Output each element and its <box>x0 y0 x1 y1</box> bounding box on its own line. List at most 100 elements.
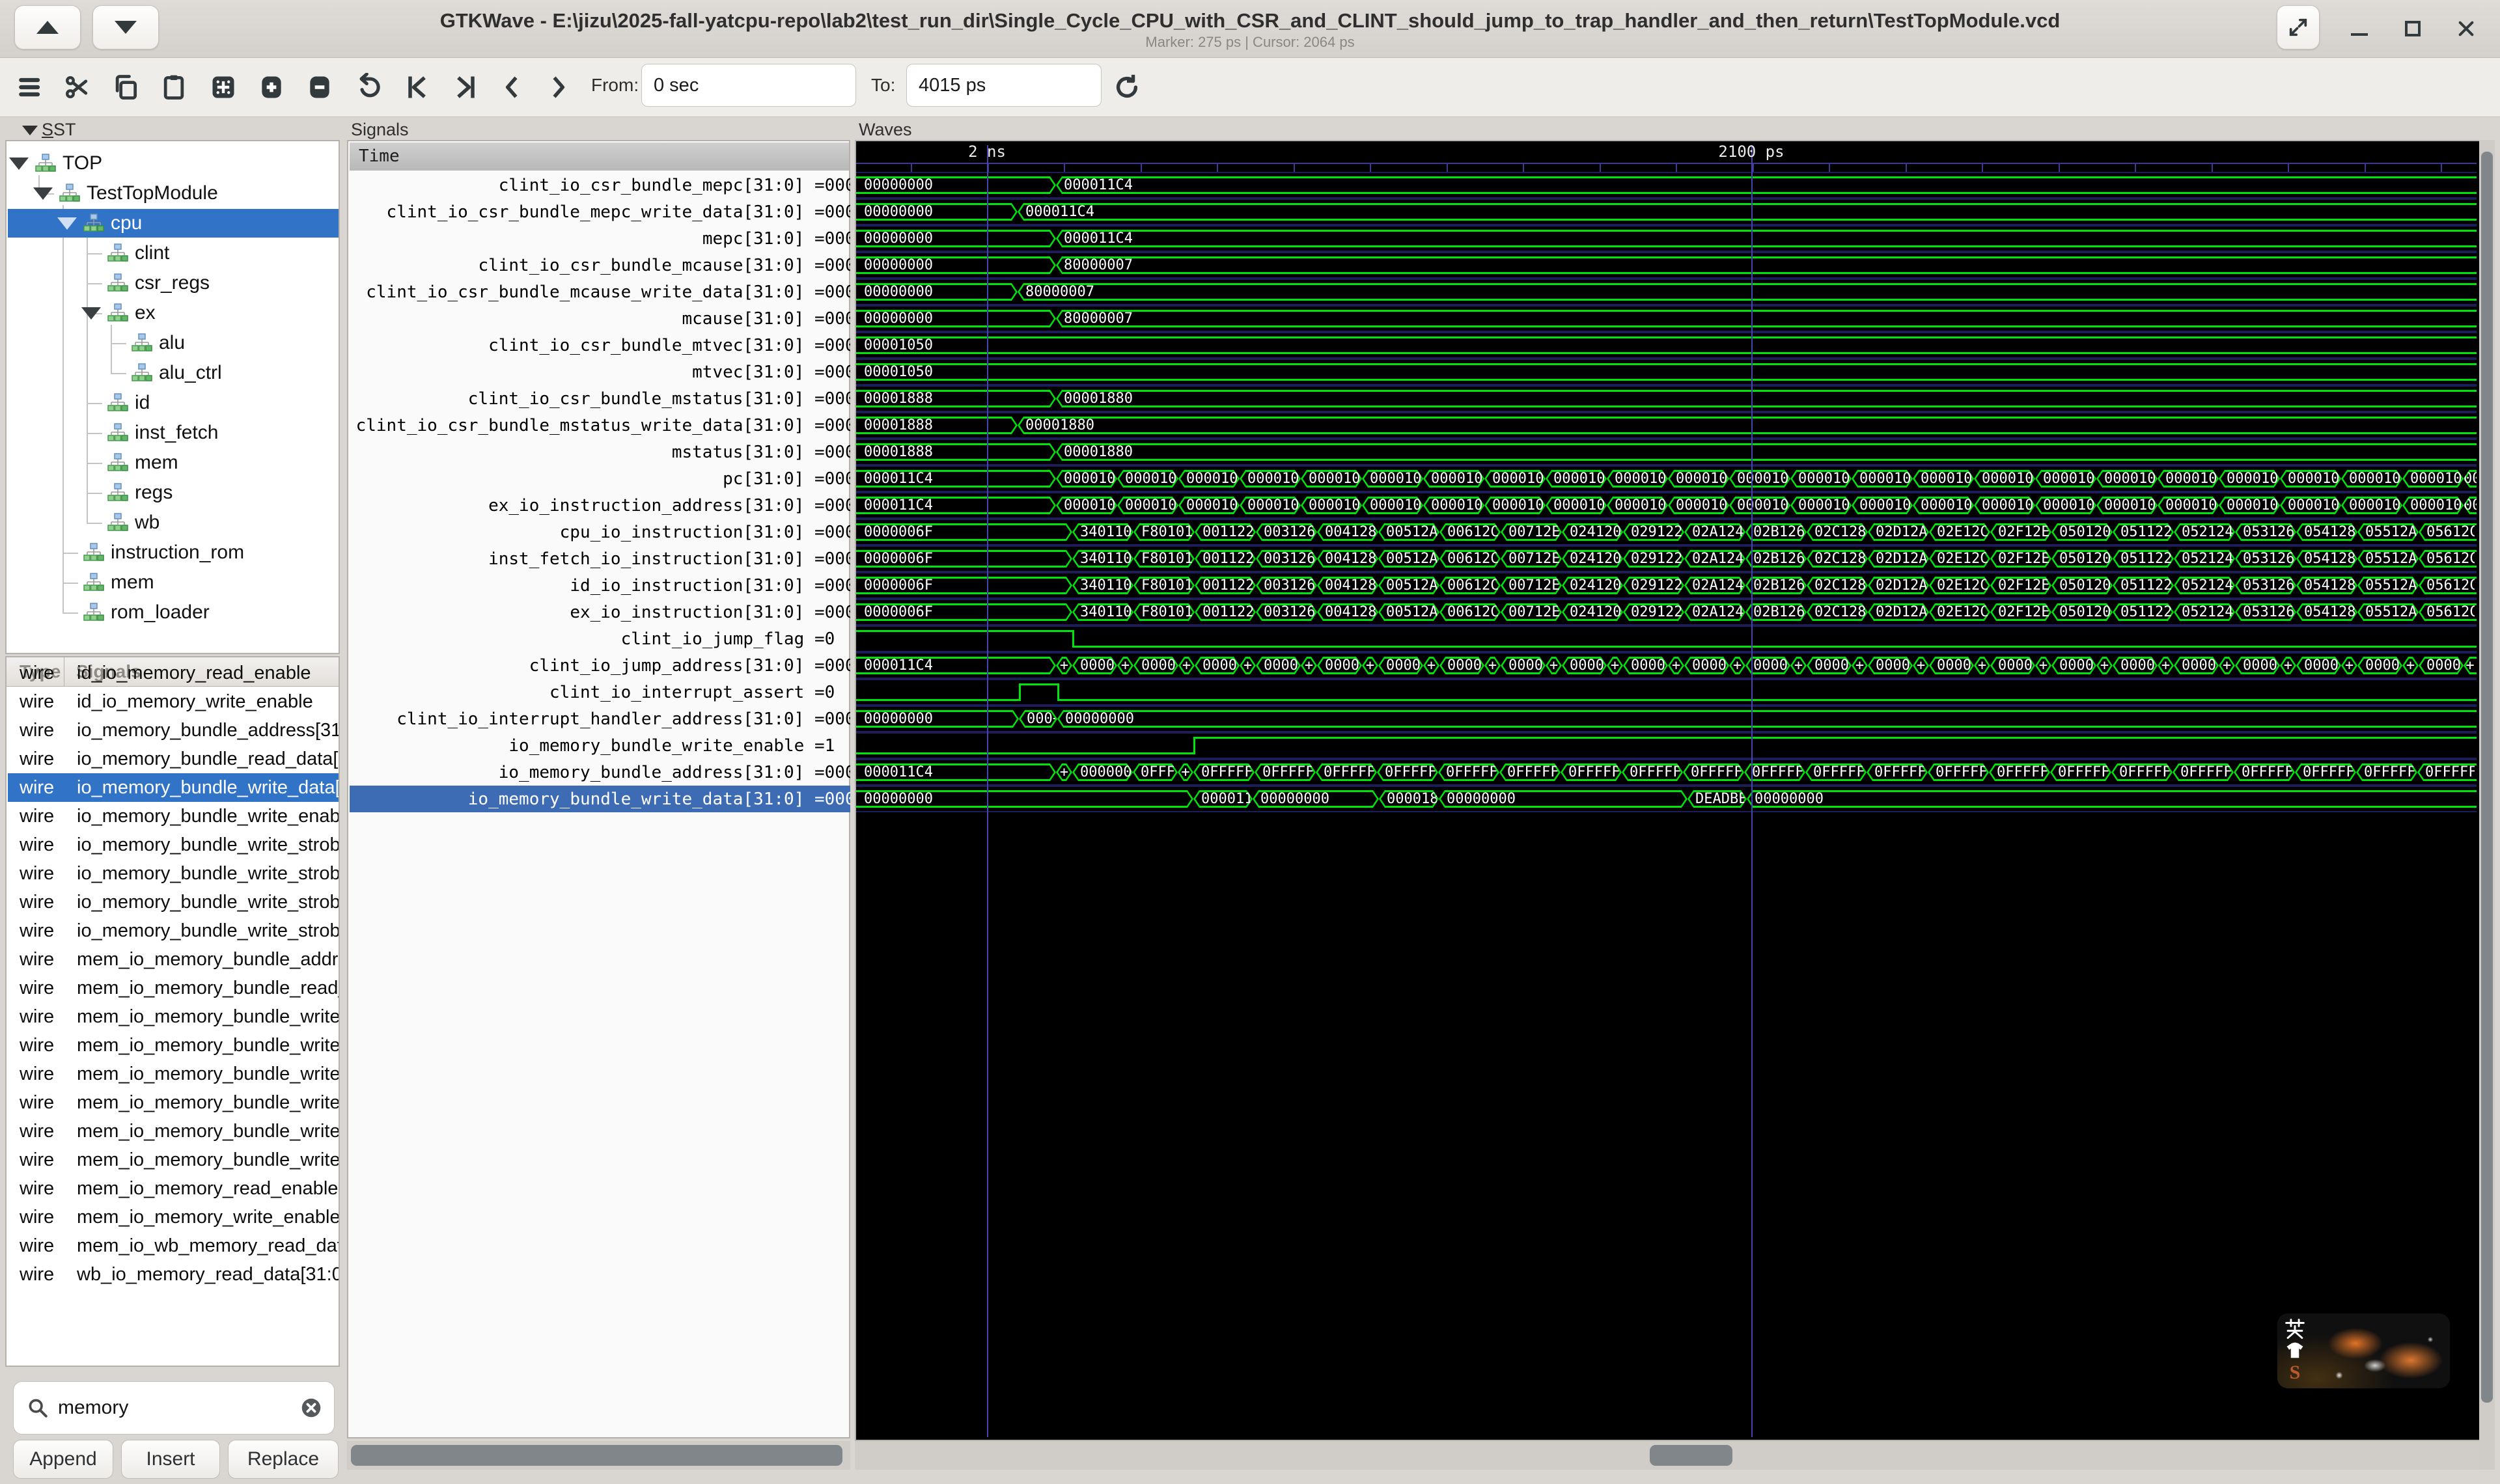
wave-trace-row[interactable]: 00000000000011+00000000000018+00000000DE… <box>856 786 2477 812</box>
expander-triangle-icon[interactable] <box>33 187 53 200</box>
wave-signal-name-row[interactable]: cpu_io_instruction[31:0] =0000006F <box>350 519 850 545</box>
wave-signal-name-row[interactable]: clint_io_interrupt_handler_address[31:0]… <box>350 706 850 732</box>
wave-trace-row[interactable]: 00000000 000011C4 <box>856 225 2477 252</box>
wave-trace-row[interactable] <box>856 679 2477 706</box>
zoom-undo-button[interactable] <box>352 70 387 105</box>
ime-skin-shirt-icon[interactable] <box>2285 1342 2305 1359</box>
insert-button[interactable]: Insert <box>121 1440 220 1479</box>
tree-node-id[interactable]: id <box>8 389 339 417</box>
wave-signal-name-row[interactable]: clint_io_jump_address[31:0] =000011C4 <box>350 652 850 679</box>
wave-trace-row[interactable]: 00001888 00001880 <box>856 385 2477 412</box>
expander-triangle-icon[interactable] <box>81 307 101 320</box>
signal-list-row[interactable]: wire mem_io_memory_bundle_write_enable <box>8 1031 339 1060</box>
signal-list-row[interactable]: wire io_memory_bundle_write_strobe_2 <box>8 888 339 916</box>
wave-trace-row[interactable]: 00001888 00001880 <box>856 412 2477 439</box>
wave-traces-area[interactable]: 00000000 000011C4 00000000 000011C4 00000000… <box>856 172 2477 1440</box>
wave-trace-row[interactable]: 00000000 80000007 <box>856 305 2477 332</box>
wave-trace-row[interactable]: 0000006F340110+F80101+001122+003126+0041… <box>856 519 2477 545</box>
ime-status-widget[interactable]: S <box>2277 1313 2450 1388</box>
paste-traces-button[interactable] <box>156 70 191 105</box>
tree-node-inst_fetch[interactable]: inst_fetch <box>8 419 339 447</box>
wave-signal-name-row[interactable]: io_memory_bundle_write_data[31:0] =00000… <box>350 786 850 812</box>
wave-timebar[interactable]: 2 ns 2100 ps <box>856 141 2477 172</box>
wave-signal-name-row[interactable]: clint_io_csr_bundle_mtvec[31:0] =0000105… <box>350 332 850 359</box>
wave-trace-row[interactable]: 000011C4000010+000010+000010+000010+0000… <box>856 465 2477 492</box>
tree-node-mem[interactable]: mem <box>8 568 339 597</box>
wave-signal-name-row[interactable]: mtvec[31:0] =00001050 <box>350 359 850 385</box>
tree-node-clint[interactable]: clint <box>8 239 339 268</box>
ime-sogou-logo[interactable]: S <box>2290 1362 2301 1384</box>
wave-trace-row[interactable]: 00000000000+00000000 <box>856 706 2477 732</box>
from-field[interactable]: 0 sec <box>641 64 856 107</box>
wave-trace-row[interactable]: 000011C4+0000++0000++0000++0000++0000++0… <box>856 652 2477 679</box>
wave-trace-row[interactable]: 000011C4000010+000010+000010+000010+0000… <box>856 492 2477 519</box>
marker-line[interactable] <box>1751 145 1753 1437</box>
wave-signal-name-row[interactable]: io_memory_bundle_address[31:0] =000011C4 <box>350 759 850 786</box>
signal-list-row[interactable]: wire io_memory_bundle_read_data[31:0] <box>8 745 339 773</box>
wave-signal-name-row[interactable]: mepc[31:0] =00000000 <box>350 225 850 252</box>
wave-trace-row[interactable]: 0000006F340110+F80101+001122+003126+0041… <box>856 545 2477 572</box>
wave-signal-name-row[interactable]: clint_io_csr_bundle_mstatus[31:0] =00001… <box>350 385 850 412</box>
tree-node-mem[interactable]: mem <box>8 448 339 477</box>
signals-hscrollbar-thumb[interactable] <box>351 1445 842 1466</box>
wave-signal-name-row[interactable]: ex_io_instruction_address[31:0] =000011C… <box>350 492 850 519</box>
signal-list-row[interactable]: wire mem_io_memory_bundle_write_strobe_0 <box>8 1060 339 1088</box>
waves-hscrollbar-thumb[interactable] <box>1650 1445 1732 1466</box>
to-field[interactable]: 4015 ps <box>906 64 1102 107</box>
wave-signal-name-row[interactable]: clint_io_csr_bundle_mcause_write_data[31… <box>350 279 850 305</box>
signal-list-row[interactable]: wire mem_io_memory_bundle_write_strobe_2 <box>8 1117 339 1146</box>
signal-list-row[interactable]: wire io_memory_bundle_address[31:0] <box>8 716 339 745</box>
search-input[interactable]: memory <box>58 1397 299 1419</box>
wave-trace-row[interactable]: 00001050 <box>856 359 2477 385</box>
signal-list-row[interactable]: wire wb_io_memory_read_data[31:0] <box>8 1260 339 1289</box>
wave-trace-row[interactable]: 00001888 00001880 <box>856 439 2477 465</box>
minimize-button[interactable] <box>2344 13 2375 44</box>
fullscreen-button[interactable] <box>2277 5 2320 49</box>
signal-list-row[interactable]: wire mem_io_memory_write_enable <box>8 1203 339 1231</box>
scroll-down-button[interactable] <box>92 5 159 49</box>
signal-search-box[interactable]: memory <box>13 1381 335 1435</box>
wave-signal-name-row[interactable]: clint_io_csr_bundle_mepc[31:0] =00000000 <box>350 172 850 199</box>
tree-node-regs[interactable]: regs <box>8 478 339 507</box>
wave-trace-row[interactable]: 00001050 <box>856 332 2477 359</box>
zoom-in-button[interactable] <box>254 70 289 105</box>
wave-trace-row[interactable]: 0000006F340110+F80101+001122+003126+0041… <box>856 572 2477 599</box>
wave-signal-name-row[interactable]: ex_io_instruction[31:0] =0000006F <box>350 599 850 625</box>
scroll-up-button[interactable] <box>14 5 81 49</box>
tree-node-TOP[interactable]: TOP <box>8 149 339 178</box>
wave-signal-name-row[interactable]: mstatus[31:0] =00001888 <box>350 439 850 465</box>
signal-list-row[interactable]: wire io_memory_bundle_write_enable <box>8 802 339 831</box>
signal-list-row[interactable]: wire io_memory_bundle_write_strobe_1 <box>8 859 339 888</box>
tree-node-cpu[interactable]: cpu <box>8 209 339 238</box>
tree-node-instruction_rom[interactable]: instruction_rom <box>8 538 339 567</box>
wave-signal-name-row[interactable]: clint_io_csr_bundle_mepc_write_data[31:0… <box>350 199 850 225</box>
wave-signal-name-row[interactable]: io_memory_bundle_write_enable =1 <box>350 732 850 759</box>
wave-signal-name-row[interactable]: id_io_instruction[31:0] =0000006F <box>350 572 850 599</box>
signals-hscrollbar[interactable] <box>347 1441 850 1470</box>
wave-trace-row[interactable]: 00000000 80000007 <box>856 279 2477 305</box>
signal-list-row[interactable]: wire mem_io_wb_memory_read_data[31:0] <box>8 1231 339 1260</box>
wave-trace-row[interactable] <box>856 625 2477 652</box>
signal-list-row[interactable]: wire io_memory_bundle_write_data[31:0] <box>8 773 339 802</box>
wave-trace-row[interactable]: 000011C4+000000+0FFF++0FFFFF+0FFFFF+0FFF… <box>856 759 2477 786</box>
signal-list-row[interactable]: wire io_memory_bundle_write_strobe_0 <box>8 831 339 859</box>
wave-signal-name-row[interactable]: inst_fetch_io_instruction[31:0] =0000006… <box>350 545 850 572</box>
signal-list-row[interactable]: wire mem_io_memory_bundle_address[31:0] <box>8 945 339 974</box>
shift-left-button[interactable] <box>495 70 530 105</box>
reload-button[interactable] <box>1109 70 1145 105</box>
zoom-out-button[interactable] <box>302 70 337 105</box>
clear-search-icon[interactable] <box>299 1395 324 1420</box>
wave-trace-row[interactable]: 00000000 80000007 <box>856 252 2477 279</box>
tree-node-alu[interactable]: alu <box>8 329 339 357</box>
sst-collapse-triangle[interactable] <box>22 126 38 135</box>
wave-signal-name-row[interactable]: clint_io_jump_flag =0 <box>350 625 850 652</box>
signal-list-row[interactable]: wire id_io_memory_read_enable <box>8 659 339 687</box>
zoom-to-start-button[interactable] <box>400 70 435 105</box>
menu-button[interactable] <box>13 70 48 105</box>
waves-vscrollbar-thumb[interactable] <box>2481 152 2493 1403</box>
wave-trace-row[interactable]: 00000000 000011C4 <box>856 172 2477 199</box>
wave-trace-row[interactable]: 00000000 000011C4 <box>856 199 2477 225</box>
tree-node-rom_loader[interactable]: rom_loader <box>8 598 339 627</box>
signal-list-row[interactable]: wire mem_io_memory_read_enable <box>8 1174 339 1203</box>
wave-trace-row[interactable] <box>856 732 2477 759</box>
